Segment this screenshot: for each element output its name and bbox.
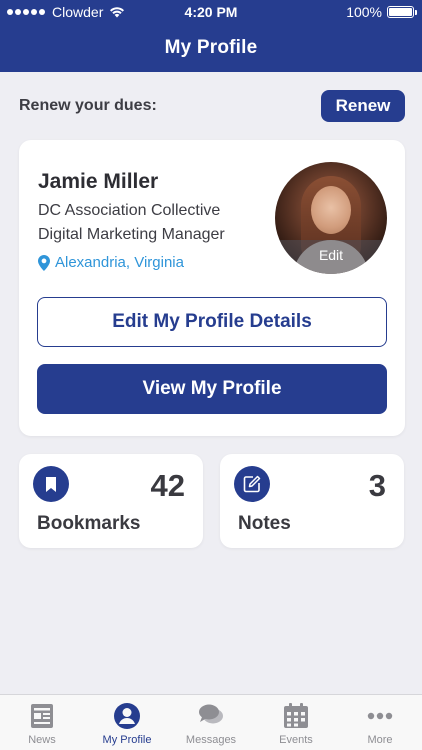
profile-location[interactable]: Alexandria, Virginia — [38, 254, 184, 271]
profile-card: Jamie Miller DC Association Collective D… — [19, 140, 405, 436]
tab-events-label: Events — [279, 734, 313, 746]
location-label: Alexandria, Virginia — [55, 254, 184, 271]
battery-icon — [387, 6, 417, 18]
bookmarks-count: 42 — [150, 468, 185, 503]
edit-profile-details-button[interactable]: Edit My Profile Details — [37, 297, 387, 347]
profile-job-title: Digital Marketing Manager — [38, 226, 225, 243]
tab-more-label: More — [367, 734, 393, 746]
avatar-face — [311, 186, 351, 234]
renew-dues-label: Renew your dues: — [19, 97, 157, 114]
top-bar: Clowder 4:20 PM 100% My Profile — [0, 0, 422, 72]
edit-note-icon — [234, 466, 270, 502]
tab-my-profile[interactable]: My Profile — [85, 695, 169, 750]
tab-my-profile-label: My Profile — [102, 734, 152, 746]
tab-more[interactable]: More — [338, 695, 422, 750]
notes-count: 3 — [368, 468, 386, 503]
bookmarks-label: Bookmarks — [37, 513, 141, 534]
more-icon — [367, 712, 393, 720]
tab-events[interactable]: Events — [254, 695, 338, 750]
news-icon — [31, 704, 53, 728]
profile-organization: DC Association Collective — [38, 202, 221, 219]
tab-messages[interactable]: Messages — [169, 695, 253, 750]
notes-label: Notes — [238, 513, 291, 534]
avatar[interactable]: Edit — [275, 162, 387, 274]
tab-bar: News My Profile Messages Events More — [0, 694, 422, 750]
tab-news-label: News — [28, 734, 56, 746]
status-right: 100% — [346, 4, 417, 20]
tab-news[interactable]: News — [0, 695, 84, 750]
calendar-icon — [284, 703, 308, 728]
bookmark-icon — [33, 466, 69, 502]
battery-percent: 100% — [346, 4, 382, 20]
view-profile-button[interactable]: View My Profile — [37, 364, 387, 414]
avatar-edit-label[interactable]: Edit — [275, 240, 387, 274]
bookmarks-card[interactable]: 42 Bookmarks — [19, 454, 203, 548]
tab-messages-label: Messages — [185, 734, 237, 746]
notes-card[interactable]: 3 Notes — [220, 454, 404, 548]
profile-icon — [114, 703, 140, 729]
messages-icon — [199, 704, 223, 724]
location-pin-icon — [38, 254, 50, 271]
page-title: My Profile — [164, 37, 258, 58]
status-bar: Clowder 4:20 PM 100% — [0, 0, 422, 24]
profile-name: Jamie Miller — [38, 170, 159, 193]
renew-button[interactable]: Renew — [321, 90, 405, 122]
renew-dues-row: Renew your dues: Renew — [19, 90, 405, 122]
